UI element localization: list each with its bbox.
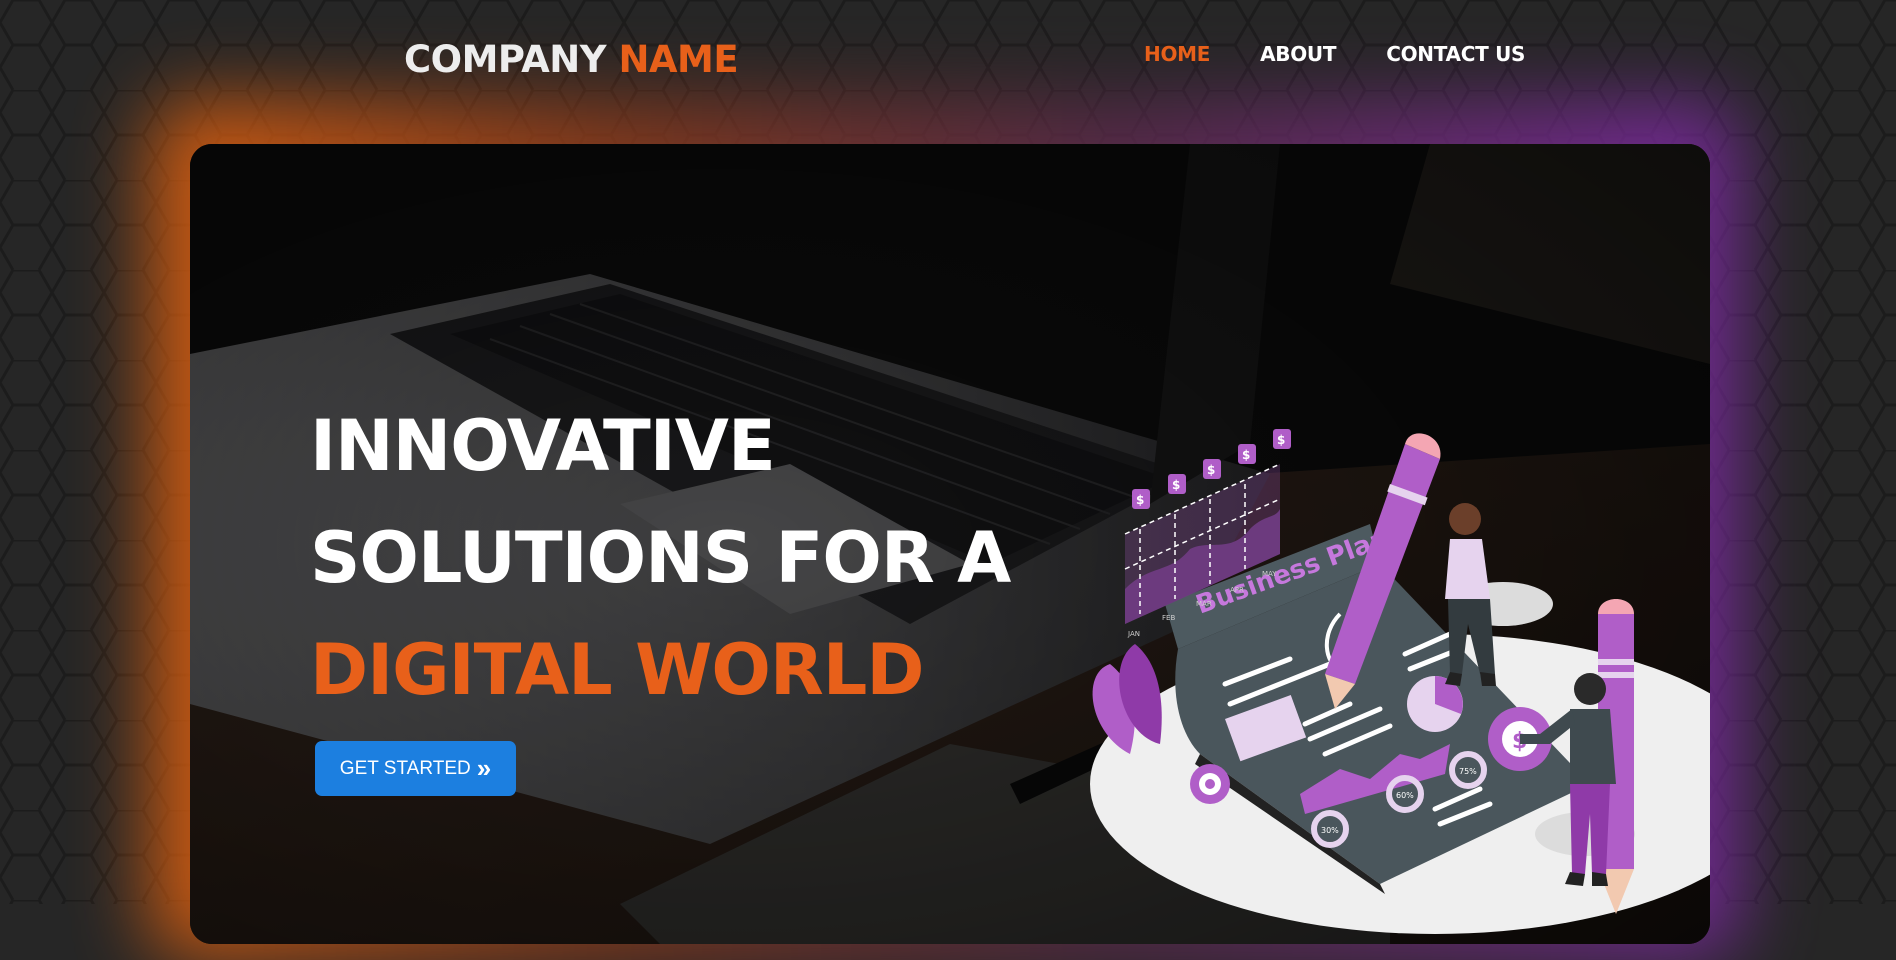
chart-month-mar: MAR [1196, 600, 1212, 608]
main-nav: HOME ABOUT CONTACT US [1144, 42, 1525, 66]
site-header: COMPANY NAME HOME ABOUT CONTACT US [0, 0, 1896, 120]
company-logo[interactable]: COMPANY NAME [404, 38, 739, 81]
svg-text:$: $ [1242, 448, 1250, 462]
nav-home[interactable]: HOME [1144, 42, 1210, 66]
get-started-label: GET STARTED [339, 757, 471, 779]
headline-line-2: SOLUTIONS FOR A [310, 517, 1011, 599]
get-started-button[interactable]: GET STARTED » [315, 741, 516, 796]
chart-month-jan: JAN [1127, 630, 1140, 638]
ring-60-label: 60% [1396, 791, 1414, 800]
svg-text:$: $ [1277, 433, 1285, 447]
chart-month-feb: FEB [1162, 614, 1175, 622]
business-plan-illustration: Business Plan $ 75% 60% 30% JAN FEB MAR … [1090, 429, 1710, 934]
nav-contact-us[interactable]: CONTACT US [1386, 42, 1525, 66]
logo-text-primary: COMPANY [404, 38, 607, 81]
hero-section: INNOVATIVE SOLUTIONS FOR A DIGITAL WORLD… [190, 144, 1710, 944]
nav-about[interactable]: ABOUT [1260, 42, 1336, 66]
double-chevron-right-icon: » [476, 752, 492, 783]
ring-75-label: 75% [1459, 767, 1477, 776]
logo-text-accent: NAME [618, 38, 739, 81]
headline-line-3: DIGITAL WORLD [310, 629, 924, 711]
svg-text:$: $ [1136, 493, 1144, 507]
chart-month-apr: APR [1230, 586, 1244, 594]
chart-month-may: MAY [1262, 570, 1277, 578]
svg-text:$: $ [1172, 478, 1180, 492]
ring-30-label: 30% [1321, 826, 1339, 835]
headline-line-1: INNOVATIVE [310, 405, 776, 487]
plant-leaves [1092, 644, 1162, 754]
hero-headline: INNOVATIVE SOLUTIONS FOR A DIGITAL WORLD [310, 390, 1011, 726]
svg-text:$: $ [1207, 463, 1215, 477]
